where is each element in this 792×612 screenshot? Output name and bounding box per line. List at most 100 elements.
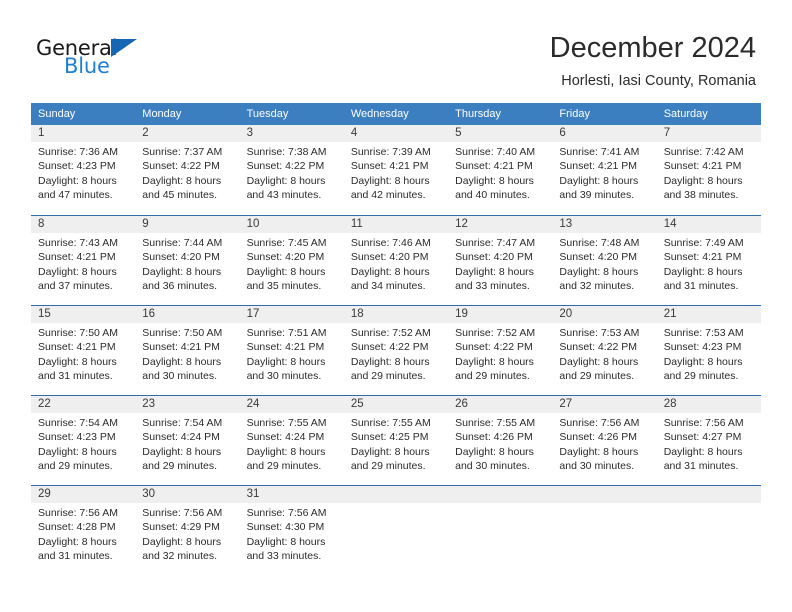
daylight-text-line1: Daylight: 8 hours [246, 535, 326, 548]
week-cells: 15 Sunrise: 7:50 AM Sunset: 4:21 PM Dayligh… [31, 306, 761, 396]
day-number: 23 [142, 398, 156, 410]
daylight-text-line1: Daylight: 8 hours [142, 174, 222, 187]
daylight-text-line1: Daylight: 8 hours [38, 355, 117, 368]
general-blue-logo[interactable]: General Blue [36, 36, 216, 84]
daylight-text-line2: and 37 minutes. [38, 280, 113, 293]
weekday-header-thursday: Thursday [455, 108, 501, 120]
day-cell[interactable]: 3 Sunrise: 7:38 AM Sunset: 4:22 PM Daylight… [240, 125, 344, 215]
day-cell[interactable]: 31 Sunrise: 7:56 AM Sunset: 4:30 PM Dayligh… [240, 486, 344, 576]
sunset-text: Sunset: 4:27 PM [663, 431, 742, 444]
calendar-grid: Sunday Monday Tuesday Wednesday Thursday… [31, 103, 761, 575]
sunrise-text: Sunrise: 7:50 AM [142, 327, 223, 339]
day-cell-empty [657, 486, 761, 576]
daylight-text-line2: and 32 minutes. [142, 550, 217, 563]
sunset-text: Sunset: 4:20 PM [246, 251, 325, 264]
triangle-icon [111, 39, 137, 57]
sunset-text: Sunset: 4:21 PM [246, 341, 325, 354]
sunset-text: Sunset: 4:20 PM [455, 251, 533, 264]
daylight-text-line1: Daylight: 8 hours [142, 265, 222, 278]
day-cell[interactable]: 13 Sunrise: 7:48 AM Sunset: 4:20 PM Dayligh… [552, 216, 656, 306]
day-details: Sunrise: 7:52 AM Sunset: 4:22 PM Daylight:… [351, 326, 444, 384]
daylight-text-line2: and 33 minutes. [246, 550, 322, 563]
day-number: 20 [559, 308, 573, 320]
day-cell[interactable]: 20 Sunrise: 7:53 AM Sunset: 4:22 PM Dayligh… [552, 306, 656, 396]
day-cell[interactable]: 16 Sunrise: 7:50 AM Sunset: 4:21 PM Dayligh… [135, 306, 239, 396]
day-details: Sunrise: 7:56 AM Sunset: 4:30 PM Daylight:… [247, 506, 340, 564]
daylight-text-line1: Daylight: 8 hours [142, 535, 222, 548]
sunrise-text: Sunrise: 7:53 AM [559, 327, 640, 339]
day-details: Sunrise: 7:44 AM Sunset: 4:20 PM Daylight:… [142, 236, 235, 294]
day-details: Sunrise: 7:46 AM Sunset: 4:20 PM Daylight:… [351, 236, 444, 294]
day-cell[interactable]: 27 Sunrise: 7:56 AM Sunset: 4:26 PM Dayligh… [552, 396, 656, 486]
daylight-text-line2: and 39 minutes. [559, 189, 635, 202]
day-cell[interactable]: 25 Sunrise: 7:55 AM Sunset: 4:25 PM Dayligh… [344, 396, 448, 486]
sunset-text: Sunset: 4:21 PM [350, 160, 429, 173]
day-details: Sunrise: 7:42 AM Sunset: 4:21 PM Daylight:… [664, 145, 757, 203]
day-cell[interactable]: 12 Sunrise: 7:47 AM Sunset: 4:20 PM Dayligh… [448, 216, 552, 306]
day-cell[interactable]: 5 Sunrise: 7:40 AM Sunset: 4:21 PM Daylight… [448, 125, 552, 215]
day-number: 15 [38, 308, 51, 320]
daylight-text-line2: and 33 minutes. [455, 280, 530, 293]
day-cell[interactable]: 11 Sunrise: 7:46 AM Sunset: 4:20 PM Dayligh… [344, 216, 448, 306]
sunrise-text: Sunrise: 7:43 AM [38, 237, 118, 249]
day-cell[interactable]: 17 Sunrise: 7:51 AM Sunset: 4:21 PM Dayligh… [240, 306, 344, 396]
day-number: 10 [246, 218, 260, 230]
daylight-text-line2: and 30 minutes. [142, 370, 217, 383]
daylight-text-line1: Daylight: 8 hours [350, 174, 430, 187]
sunset-text: Sunset: 4:22 PM [455, 341, 533, 354]
daylight-text-line1: Daylight: 8 hours [38, 265, 117, 278]
day-number: 16 [142, 308, 156, 320]
day-number: 1 [38, 127, 45, 139]
day-cell[interactable]: 8 Sunrise: 7:43 AM Sunset: 4:21 PM Daylight… [31, 216, 135, 306]
sunset-text: Sunset: 4:21 PM [663, 160, 742, 173]
page-header: General Blue December 2024 Horlesti, Ias… [0, 0, 792, 100]
weekday-header-saturday: Saturday [663, 108, 708, 120]
daylight-text-line1: Daylight: 8 hours [663, 265, 743, 278]
sunrise-text: Sunrise: 7:53 AM [663, 327, 744, 339]
daylight-text-line1: Daylight: 8 hours [455, 445, 534, 458]
page-subtitle: Horlesti, Iasi County, Romania [561, 73, 756, 89]
day-cell[interactable]: 6 Sunrise: 7:41 AM Sunset: 4:21 PM Daylight… [552, 125, 656, 215]
daylight-text-line1: Daylight: 8 hours [350, 265, 430, 278]
weekday-header-row: Sunday Monday Tuesday Wednesday Thursday… [31, 103, 761, 125]
sunset-text: Sunset: 4:28 PM [38, 521, 116, 534]
day-cell[interactable]: 4 Sunrise: 7:39 AM Sunset: 4:21 PM Daylight… [344, 125, 448, 215]
day-cell[interactable]: 30 Sunrise: 7:56 AM Sunset: 4:29 PM Dayligh… [135, 486, 239, 576]
daylight-text-line2: and 31 minutes. [38, 550, 113, 563]
day-details: Sunrise: 7:37 AM Sunset: 4:22 PM Daylight:… [142, 145, 235, 203]
day-details: Sunrise: 7:56 AM Sunset: 4:29 PM Daylight:… [142, 506, 235, 564]
day-cell[interactable]: 24 Sunrise: 7:55 AM Sunset: 4:24 PM Dayligh… [240, 396, 344, 486]
day-cell[interactable]: 7 Sunrise: 7:42 AM Sunset: 4:21 PM Daylight… [657, 125, 761, 215]
day-cell[interactable]: 26 Sunrise: 7:55 AM Sunset: 4:26 PM Dayligh… [448, 396, 552, 486]
day-cell[interactable]: 19 Sunrise: 7:52 AM Sunset: 4:22 PM Dayligh… [448, 306, 552, 396]
daylight-text-line2: and 34 minutes. [350, 280, 426, 293]
sunrise-text: Sunrise: 7:41 AM [559, 146, 640, 158]
day-cell[interactable]: 21 Sunrise: 7:53 AM Sunset: 4:23 PM Dayligh… [657, 306, 761, 396]
day-details: Sunrise: 7:40 AM Sunset: 4:21 PM Daylight:… [455, 145, 548, 203]
day-cell[interactable]: 22 Sunrise: 7:54 AM Sunset: 4:23 PM Dayligh… [31, 396, 135, 486]
day-details: Sunrise: 7:55 AM Sunset: 4:25 PM Daylight:… [351, 416, 444, 474]
day-number: 2 [142, 127, 149, 139]
day-cell[interactable]: 9 Sunrise: 7:44 AM Sunset: 4:20 PM Daylight… [135, 216, 239, 306]
day-cell[interactable]: 1 Sunrise: 7:36 AM Sunset: 4:23 PM Daylight… [31, 125, 135, 215]
sunset-text: Sunset: 4:21 PM [455, 160, 533, 173]
day-details: Sunrise: 7:56 AM Sunset: 4:27 PM Daylight:… [664, 416, 757, 474]
day-details: Sunrise: 7:54 AM Sunset: 4:23 PM Daylight:… [38, 416, 131, 474]
day-cell[interactable]: 2 Sunrise: 7:37 AM Sunset: 4:22 PM Daylight… [135, 125, 239, 215]
day-cell[interactable]: 28 Sunrise: 7:56 AM Sunset: 4:27 PM Dayligh… [657, 396, 761, 486]
daylight-text-line1: Daylight: 8 hours [455, 265, 534, 278]
day-cell[interactable]: 29 Sunrise: 7:56 AM Sunset: 4:28 PM Dayligh… [31, 486, 135, 576]
daylight-text-line2: and 45 minutes. [142, 189, 217, 202]
day-cell[interactable]: 23 Sunrise: 7:54 AM Sunset: 4:24 PM Dayligh… [135, 396, 239, 486]
weekday-header-monday: Monday [142, 108, 182, 120]
day-details: Sunrise: 7:53 AM Sunset: 4:22 PM Daylight:… [559, 326, 652, 384]
week-cells: 8 Sunrise: 7:43 AM Sunset: 4:21 PM Daylight… [31, 216, 761, 306]
daylight-text-line2: and 31 minutes. [663, 280, 739, 293]
daylight-text-line1: Daylight: 8 hours [663, 445, 743, 458]
day-cell[interactable]: 10 Sunrise: 7:45 AM Sunset: 4:20 PM Dayligh… [240, 216, 344, 306]
day-cell[interactable]: 14 Sunrise: 7:49 AM Sunset: 4:21 PM Dayligh… [657, 216, 761, 306]
day-cell[interactable]: 18 Sunrise: 7:52 AM Sunset: 4:22 PM Dayligh… [344, 306, 448, 396]
day-cell[interactable]: 15 Sunrise: 7:50 AM Sunset: 4:21 PM Dayligh… [31, 306, 135, 396]
daylight-text-line2: and 32 minutes. [559, 280, 635, 293]
daylight-text-line1: Daylight: 8 hours [142, 355, 222, 368]
